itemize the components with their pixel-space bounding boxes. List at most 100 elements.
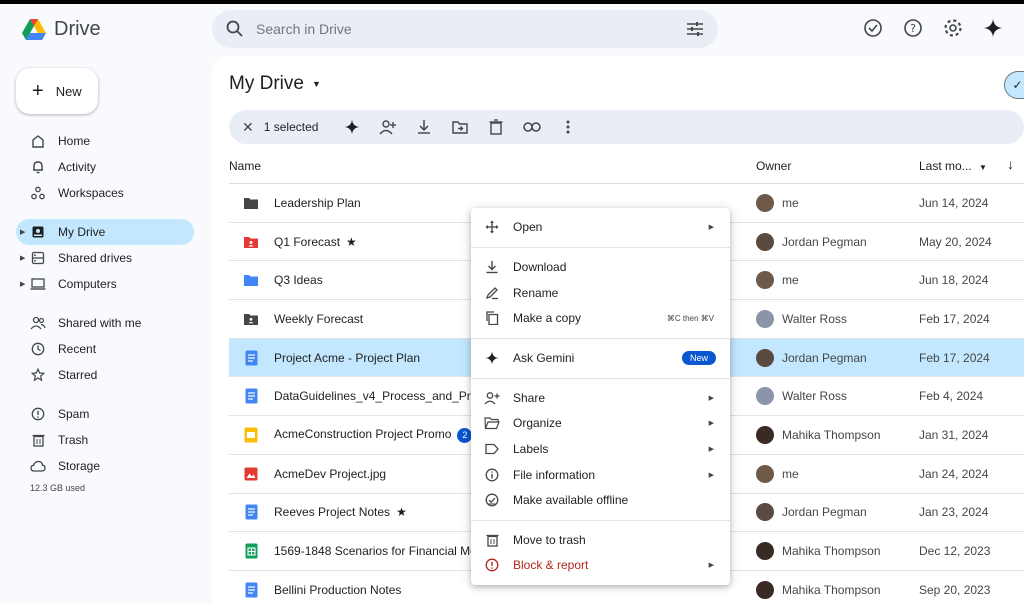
file-modified-date: Jun 18, 2024 (919, 273, 989, 288)
download-icon[interactable] (406, 114, 442, 140)
page-title[interactable]: My Drive ▼ (229, 73, 321, 95)
sidebar-item-label: Home (58, 134, 91, 148)
avatar (756, 426, 774, 445)
submenu-arrow-icon: ▶ (708, 395, 714, 402)
sidebar-item-workspaces[interactable]: Workspaces (16, 180, 194, 206)
menu-item-labels[interactable]: Labels ▶ (471, 436, 730, 462)
move-to-folder-icon[interactable] (442, 114, 478, 140)
menu-item-download[interactable]: Download (471, 254, 730, 280)
avatar (756, 503, 774, 522)
folder-red-file-icon (243, 234, 259, 250)
menu-item-rename[interactable]: Rename (471, 280, 730, 306)
file-name-text: Leadership Plan (274, 195, 361, 210)
file-modified-date: Jan 31, 2024 (919, 428, 989, 443)
file-name: Q3 Ideas (274, 273, 499, 287)
window-top-edge (0, 0, 1024, 4)
sidebar-item-my-drive[interactable]: ▶ My Drive (16, 219, 194, 245)
column-header-modified-label: Last mo... (919, 159, 972, 173)
sidebar-item-starred[interactable]: Starred (16, 362, 194, 388)
sidebar-item-computers[interactable]: ▶ Computers (16, 271, 194, 297)
search-bar[interactable] (212, 10, 718, 48)
search-input[interactable] (256, 21, 686, 37)
menu-item-ask-gemini[interactable]: Ask Gemini New (471, 345, 730, 371)
trash-icon[interactable] (478, 114, 514, 140)
expand-caret-icon[interactable]: ▶ (20, 228, 25, 236)
expand-caret-icon[interactable]: ▶ (20, 280, 25, 288)
menu-item-label: Move to trash (513, 533, 586, 547)
header-actions: ? (862, 17, 1004, 39)
menu-item-make-available-offline[interactable]: Make available offline (471, 487, 730, 513)
selection-toolbar: ✕ 1 selected (229, 110, 1024, 144)
expand-caret-icon[interactable]: ▶ (20, 254, 25, 262)
sort-direction-icon[interactable]: ↓ (1007, 156, 1014, 172)
menu-item-share[interactable]: Share ▶ (471, 385, 730, 411)
file-name-text: Weekly Forecast (274, 311, 364, 326)
sidebar-item-shared-with-me[interactable]: Shared with me (16, 310, 194, 336)
new-badge: New (681, 351, 716, 365)
file-name-text: 1569-1848 Scenarios for Financial Mod (274, 544, 484, 559)
checkmark-icon: ✓ (1012, 78, 1023, 92)
submenu-arrow-icon: ▶ (708, 562, 714, 569)
drive-logo[interactable]: Drive (22, 18, 101, 41)
menu-item-open[interactable]: Open ▶ (471, 214, 730, 240)
sidebar-item-recent[interactable]: Recent (16, 336, 194, 362)
ask-gemini-icon[interactable] (334, 114, 370, 140)
new-button[interactable]: + New (16, 68, 98, 114)
menu-item-file-information[interactable]: File information ▶ (471, 462, 730, 488)
page-title-text: My Drive (229, 73, 304, 94)
offline-icon (484, 492, 500, 508)
sidebar-item-trash[interactable]: Trash (16, 427, 194, 453)
owner-name: me (782, 195, 799, 210)
sidebar-item-activity[interactable]: Activity (16, 154, 194, 180)
offline-ready-icon[interactable] (862, 17, 884, 39)
column-header-owner[interactable]: Owner (756, 159, 791, 173)
sidebar-item-label: Activity (58, 160, 97, 174)
sidebar-nav: Home Activity Workspaces ▶ My Drive ▶ Shared d… (16, 128, 194, 493)
file-name: DataGuidelines_v4_Process_and_Pro (274, 389, 499, 403)
menu-item-label: Make a copy (513, 311, 582, 325)
file-modified-date: Sep 20, 2023 (919, 582, 991, 597)
sidebar-item-shared-drives[interactable]: ▶ Shared drives (16, 245, 194, 271)
file-name: Leadership Plan (274, 196, 499, 210)
starred-icon: ★ (396, 505, 407, 520)
sidebar-item-label: Workspaces (58, 186, 124, 200)
sidebar-item-home[interactable]: Home (16, 128, 194, 154)
doc-file-icon (243, 504, 259, 520)
copy-link-icon[interactable] (514, 114, 550, 140)
cloud-icon (30, 458, 46, 474)
settings-icon[interactable] (942, 17, 964, 39)
sidebar-item-storage[interactable]: Storage (16, 453, 194, 479)
file-name-text: AcmeConstruction Project Promo (274, 427, 452, 442)
column-header-modified[interactable]: Last mo... ▼ (919, 159, 987, 173)
my-drive-icon (30, 224, 46, 240)
file-name-text: DataGuidelines_v4_Process_and_Pro (274, 389, 478, 404)
share-person-icon[interactable] (370, 114, 406, 140)
menu-divider (471, 520, 730, 521)
help-icon[interactable]: ? (902, 17, 924, 39)
avatar (756, 348, 774, 367)
file-owner: Jordan Pegman (756, 503, 867, 522)
clear-selection-icon[interactable]: ✕ (242, 119, 254, 136)
doc-file-icon (243, 388, 259, 404)
sidebar-item-spam[interactable]: Spam (16, 401, 194, 427)
more-actions-icon[interactable] (550, 114, 586, 140)
menu-item-organize[interactable]: Organize ▶ (471, 410, 730, 436)
search-icon[interactable] (226, 20, 244, 38)
owner-name: Walter Ross (782, 389, 847, 404)
menu-item-make-a-copy[interactable]: Make a copy ⌘C then ⌘V (471, 305, 730, 331)
owner-name: Walter Ross (782, 311, 847, 326)
menu-item-move-to-trash[interactable]: Move to trash (471, 527, 730, 553)
owner-name: me (782, 273, 799, 288)
search-options-icon[interactable] (686, 21, 704, 37)
menu-item-label: Rename (513, 286, 559, 300)
column-header-name[interactable]: Name (229, 159, 261, 173)
owner-name: Mahika Thompson (782, 428, 881, 443)
view-toggle[interactable]: ✓ (1004, 71, 1024, 99)
caret-down-icon: ▼ (979, 163, 987, 172)
gemini-sparkle-icon[interactable] (982, 17, 1004, 39)
folder-shared-file-icon (243, 311, 259, 327)
file-name: Bellini Production Notes (274, 583, 499, 597)
menu-item-block-report[interactable]: Block & report ▶ (471, 552, 730, 578)
file-modified-date: Jan 23, 2024 (919, 505, 989, 520)
menu-divider (471, 378, 730, 379)
